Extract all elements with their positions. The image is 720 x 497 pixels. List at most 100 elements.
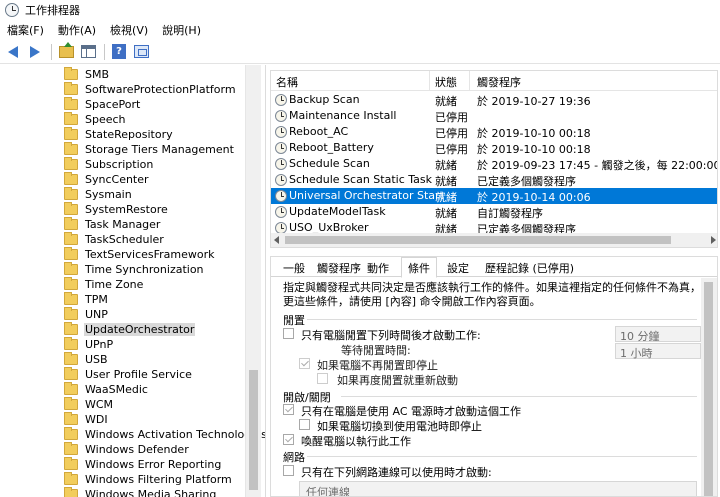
tab-actions[interactable]: 動作 (367, 260, 389, 276)
folder-icon (64, 412, 78, 425)
tree-item-wdi[interactable]: WDI (64, 412, 109, 427)
stop-on-battery-checkbox[interactable] (299, 419, 310, 430)
tree-item-label: TextServicesFramework (85, 248, 215, 261)
back-button[interactable] (3, 42, 23, 62)
task-list-scroll-thumb[interactable] (285, 236, 671, 244)
tree-item-wcm[interactable]: WCM (64, 397, 114, 412)
tree-item-tpm[interactable]: TPM (64, 292, 109, 307)
tab-general[interactable]: 一般 (283, 260, 305, 276)
folder-icon (64, 277, 78, 290)
details-scroll-thumb[interactable] (704, 282, 713, 496)
folder-up-icon (58, 41, 74, 58)
folder-icon (64, 172, 78, 185)
task-row-selected[interactable]: Universal Orchestrator Start 就緒 於 2019-10-… (271, 188, 717, 204)
tree-item-task-manager[interactable]: Task Manager (64, 217, 161, 232)
task-name: Reboot_Battery (289, 141, 374, 154)
tree-item-windows-error-reporting[interactable]: Windows Error Reporting (64, 457, 222, 472)
tab-settings[interactable]: 設定 (447, 260, 469, 276)
tree-item-textservicesframework[interactable]: TextServicesFramework (64, 247, 216, 262)
idle-section-heading: 閒置 (283, 314, 305, 327)
task-row[interactable]: Reboot_Battery 已停用於 2019-10-10 00:18 (271, 140, 717, 156)
tab-conditions[interactable]: 條件 (401, 257, 437, 278)
column-divider[interactable] (429, 71, 430, 91)
task-row[interactable]: Backup Scan 就緒 於 2019-10-27 19:36 (271, 92, 717, 108)
folder-icon (64, 292, 78, 305)
tree-item-unp[interactable]: UNP (64, 307, 109, 322)
task-list[interactable]: 名稱 狀態 觸發程序 Backup Scan 就緒 於 2019-10-27 19:… (270, 70, 718, 248)
tree-item-synccenter[interactable]: SyncCenter (64, 172, 150, 187)
tree-item-label: WCM (85, 398, 114, 411)
tree-item-time-synchronization[interactable]: Time Synchronization (64, 262, 205, 277)
start-only-if-network-checkbox[interactable] (283, 465, 294, 476)
column-header-name[interactable]: 名稱 (276, 74, 298, 90)
details-scrollbar[interactable] (701, 278, 717, 496)
tree-item-windows-media-sharing[interactable]: Windows Media Sharing (64, 487, 217, 497)
tree-item-time-zone[interactable]: Time Zone (64, 277, 144, 292)
tree-item-usb[interactable]: USB (64, 352, 109, 367)
task-trigger: 於 2019-10-10 00:18 (477, 143, 591, 156)
section-divider (307, 319, 697, 320)
tree-item-label: Windows Filtering Platform (85, 473, 232, 486)
scroll-left-icon[interactable] (274, 236, 279, 244)
tree-item-subscription[interactable]: Subscription (64, 157, 154, 172)
column-header-triggers[interactable]: 觸發程序 (477, 74, 521, 90)
tree-item-label: TaskScheduler (85, 233, 164, 246)
tree-item-sysmain[interactable]: Sysmain (64, 187, 133, 202)
toolbar-separator (51, 43, 52, 60)
show-hide-action-pane-button[interactable] (131, 42, 151, 62)
start-only-if-idle-checkbox[interactable] (283, 328, 294, 339)
column-header-status[interactable]: 狀態 (435, 74, 457, 90)
tab-history[interactable]: 歷程記錄 (已停用) (485, 260, 574, 276)
forward-button[interactable] (25, 42, 45, 62)
help-button[interactable]: ? (109, 42, 129, 62)
ac-power-only-checkbox[interactable] (283, 404, 294, 415)
idle-duration-dropdown[interactable]: 10 分鐘 (615, 326, 701, 343)
tree-item-upnp[interactable]: UPnP (64, 337, 114, 352)
tree-item-windows-activation-technologies[interactable]: Windows Activation Technologies (64, 427, 265, 442)
tree-item-taskscheduler[interactable]: TaskScheduler (64, 232, 165, 247)
start-only-if-network-label: 只有在下列網路連線可以使用時才啟動: (301, 466, 492, 479)
show-hide-console-tree-button[interactable] (78, 42, 98, 62)
tree-item-smb[interactable]: SMB (64, 67, 110, 82)
task-row[interactable]: Schedule Scan Static Task 就緒 已定義多個觸發程序 (271, 172, 717, 188)
tab-triggers[interactable]: 觸發程序 (317, 260, 361, 276)
stop-if-not-idle-checkbox[interactable] (299, 358, 310, 369)
restart-if-idle-checkbox[interactable] (317, 373, 328, 384)
wake-to-run-checkbox[interactable] (283, 434, 294, 445)
tree-item-waasmedic[interactable]: WaaSMedic (64, 382, 149, 397)
menu-view[interactable]: 檢視(V) (103, 22, 155, 38)
task-row[interactable]: Reboot_AC 已停用於 2019-10-10 00:18 (271, 124, 717, 140)
tree-item-user-profile-service[interactable]: User Profile Service (64, 367, 193, 382)
task-clock-icon (275, 190, 287, 202)
tree-item-speech[interactable]: Speech (64, 112, 127, 127)
tree-item-windows-defender[interactable]: Windows Defender (64, 442, 190, 457)
tree-item-label: SystemRestore (85, 203, 168, 216)
folder-tree[interactable]: SMB SoftwareProtectionPlatform SpacePort… (0, 65, 266, 497)
task-row[interactable]: Schedule Scan 就緒 於 2019-09-23 17:45 - 觸發之後… (271, 156, 717, 172)
network-connection-dropdown[interactable]: 任何連線 (299, 481, 697, 496)
menu-action[interactable]: 動作(A) (51, 22, 103, 38)
tree-item-updateorchestrator[interactable]: UpdateOrchestrator (64, 322, 196, 337)
task-row[interactable]: Maintenance Install 已停用 (271, 108, 717, 124)
tree-item-storage-tiers-management[interactable]: Storage Tiers Management (64, 142, 235, 157)
tree-item-spaceport[interactable]: SpacePort (64, 97, 141, 112)
tree-item-softwareprotectionplatform[interactable]: SoftwareProtectionPlatform (64, 82, 237, 97)
scroll-right-icon[interactable] (711, 236, 716, 244)
menu-help[interactable]: 說明(H) (155, 22, 208, 38)
tree-item-windows-filtering-platform[interactable]: Windows Filtering Platform (64, 472, 233, 487)
tree-item-staterepository[interactable]: StateRepository (64, 127, 174, 142)
task-list-hscrollbar[interactable] (271, 233, 717, 247)
task-trigger: 於 2019-10-10 00:18 (477, 127, 591, 140)
tree-scrollbar[interactable] (245, 65, 261, 497)
task-name: Backup Scan (289, 93, 360, 106)
wait-duration-dropdown[interactable]: 1 小時 (615, 343, 701, 360)
tree-item-systemrestore[interactable]: SystemRestore (64, 202, 169, 217)
up-one-level-button[interactable] (56, 41, 76, 62)
section-divider (307, 456, 697, 457)
column-divider[interactable] (469, 71, 470, 91)
task-row[interactable]: UpdateModelTask 就緒 自訂觸發程序 (271, 204, 717, 220)
tree-scroll-thumb[interactable] (249, 370, 258, 490)
tree-item-label: Windows Media Sharing (85, 488, 217, 497)
folder-icon (64, 337, 78, 350)
menu-file[interactable]: 檔案(F) (0, 22, 51, 38)
